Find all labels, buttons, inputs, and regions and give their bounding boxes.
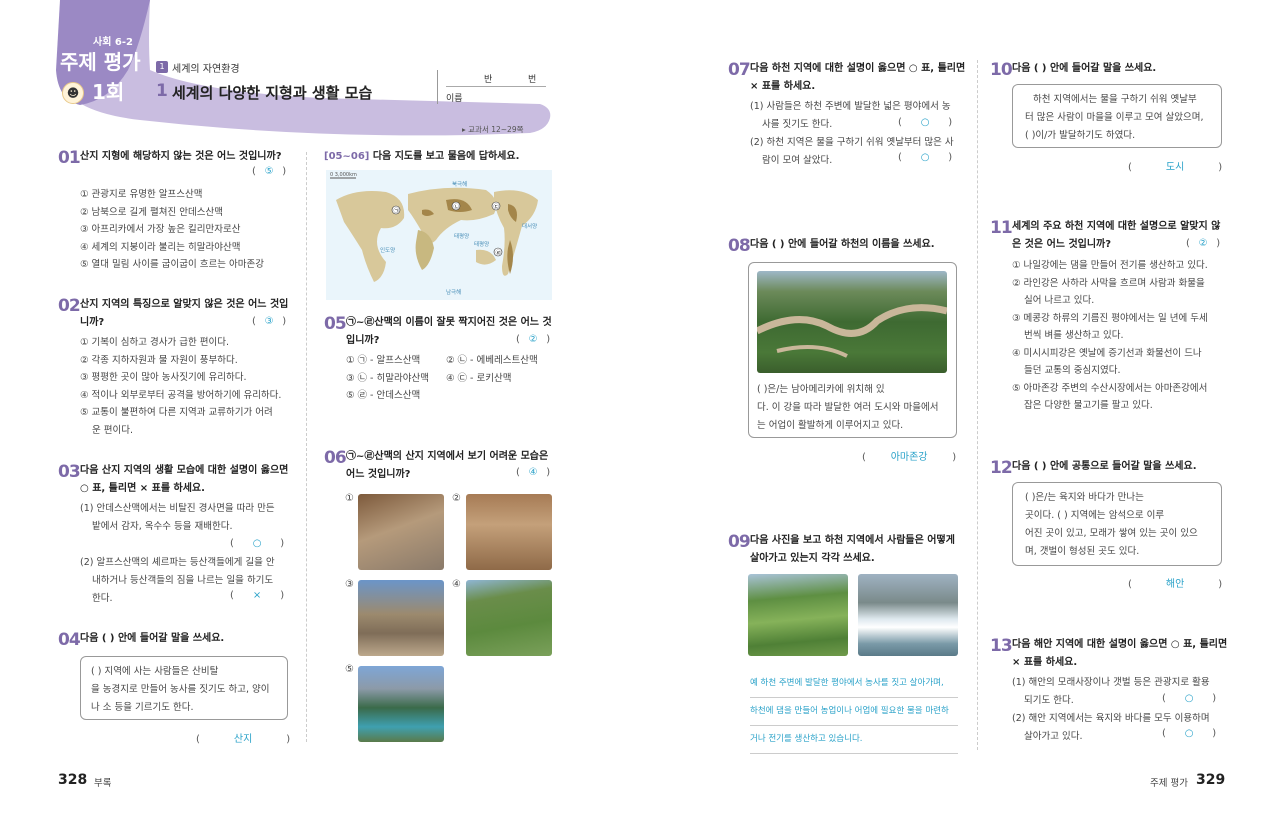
column-divider-right [977, 60, 978, 750]
svg-text:북극해: 북극해 [452, 180, 467, 188]
unit-name: 세계의 자연환경 [172, 64, 240, 75]
q06-photo-1-climbers[interactable] [358, 494, 444, 570]
svg-text:인도양: 인도양 [380, 246, 395, 254]
right-page-number: 329 [1196, 772, 1226, 788]
q01-number: 01 [58, 148, 81, 168]
q06-label-2: ② [452, 493, 461, 504]
q04-number: 04 [58, 630, 81, 650]
q12-box: ( )은/는 육지와 바다가 만나는 곳이다. ( ) 지역에는 암석으로 이루 어… [1012, 482, 1222, 566]
q06-answer: ( ④ ) [516, 467, 551, 478]
mascot-icon: ☻ [62, 82, 84, 104]
svg-text:㉣: ㉣ [496, 249, 502, 257]
q02-number: 02 [58, 296, 81, 316]
q06-label-3: ③ [345, 579, 354, 590]
q03-answer-2: ( × ) [230, 590, 285, 601]
q13-statement-1: (1) 해안의 모래사장이나 갯벌 등은 관광지로 활용 되기도 한다. [1012, 677, 1210, 706]
q09-answer: 예 하천 주변에 발달한 평야에서 농사를 짓고 살아가며, 하천에 댐을 만들… [750, 670, 958, 754]
q08-amazon-photo [757, 271, 947, 373]
q05-options: ① ㉠ - 알프스산맥 ② ㉡ - 에베레스트산맥 ③ ㉡ - 히말라야산맥 ④ ㉢… [346, 355, 538, 401]
q12-text: 다음 ( ) 안에 공통으로 들어갈 말을 쓰세요. [1012, 461, 1197, 472]
svg-text:㉢: ㉢ [494, 203, 500, 211]
q03-number: 03 [58, 462, 81, 482]
q06-label-5: ⑤ [345, 664, 354, 675]
svg-text:㉡: ㉡ [454, 203, 460, 211]
svg-text:태평양: 태평양 [454, 232, 469, 240]
textbook-reference: ▸ 교과서 12~29쪽 [462, 125, 524, 134]
q06-text: ㉠~㉣산맥의 산지 지역에서 보기 어려운 모습은 어느 것입니까? [346, 451, 549, 480]
q10-answer: ( 도시 ) [1128, 162, 1223, 173]
q06-label-1: ① [345, 493, 354, 504]
right-page-label: 주제 평가 [1150, 778, 1188, 789]
q06-photo-5-mountain-lake[interactable] [358, 666, 444, 742]
q06-label-4: ④ [452, 579, 461, 590]
round-label: 1회 [92, 80, 125, 104]
q08-text: 다음 ( ) 안에 들어갈 하천의 이름을 쓰세요. [750, 239, 935, 250]
q10-text: 다음 ( ) 안에 들어갈 말을 쓰세요. [1012, 63, 1157, 74]
q08-number: 08 [728, 236, 751, 256]
q13-answer-1: ( ○ ) [1162, 693, 1217, 704]
q09-photo-dam[interactable] [858, 574, 958, 656]
q01-answer: ( ⑤ ) [252, 166, 287, 177]
q03-answer-1: ( ○ ) [230, 538, 285, 549]
svg-text:대서양: 대서양 [522, 222, 537, 230]
q06-number: 06 [324, 448, 347, 468]
q11-options: ① 나일강에는 댐을 만들어 전기를 생산하고 있다. ② 라인강은 사하라 사막… [1012, 260, 1208, 411]
q08-answer: ( 아마존강 ) [862, 452, 957, 463]
q12-answer: ( 해안 ) [1128, 579, 1223, 590]
name-box: 반 번 이름 [437, 70, 547, 104]
q10-box: 하천 지역에서는 물을 구하기 쉬워 옛날부 터 많은 사람이 마을을 이루고 모… [1012, 84, 1222, 148]
svg-text:㉠: ㉠ [394, 207, 400, 215]
q03-text: 다음 산지 지역의 생활 모습에 대한 설명이 옳으면 ○ 표, 틀리면 × 표를… [80, 465, 289, 494]
q05-answer: ( ② ) [516, 334, 551, 345]
q04-answer: ( 산지 ) [196, 734, 291, 745]
q07-answer-2: ( ○ ) [898, 152, 953, 163]
q07-number: 07 [728, 60, 751, 80]
q13-text: 다음 해안 지역에 대한 설명이 옳으면 ○ 표, 틀리면 × 표를 하세요. [1012, 639, 1228, 668]
q11-answer: ( ② ) [1186, 238, 1221, 249]
svg-text:남극해: 남극해 [446, 288, 461, 296]
q08-box: ( )은/는 남아메리카에 위치해 있 다. 이 강을 따라 발달한 여러 도시와… [748, 262, 957, 438]
q11-number: 11 [990, 218, 1013, 238]
q02-options: ① 기복이 심하고 경사가 급한 편이다. ② 각종 지하자원과 물 자원이 풍부… [80, 337, 282, 436]
q06-photo-2-farmer[interactable] [466, 494, 552, 570]
q13-number: 13 [990, 636, 1013, 656]
left-page-number: 328 [58, 772, 88, 788]
q02-answer: ( ③ ) [252, 316, 287, 327]
q04-text: 다음 ( ) 안에 들어갈 말을 쓰세요. [80, 633, 225, 644]
q03-statement-1: (1) 안데스산맥에서는 비탈진 경사면을 따라 만든 밭에서 감자, 옥수수 등… [80, 503, 275, 532]
q09-text: 다음 사진을 보고 하천 지역에서 사람들은 어떻게 살아가고 있는지 각각 쓰세… [750, 535, 955, 564]
column-divider [306, 152, 307, 742]
q07-text: 다음 하천 지역에 대한 설명이 옳으면 ○ 표, 틀리면 × 표를 하세요. [750, 63, 966, 92]
q13-answer-2: ( ○ ) [1162, 728, 1217, 739]
q04-box: ( ) 지역에 사는 사람들은 산비탈 을 농경지로 만들어 농사를 짓기도 하고… [80, 656, 288, 720]
lesson-title: 세계의 다양한 지형과 생활 모습 [172, 84, 373, 102]
q09-photo-farmland[interactable] [748, 574, 848, 656]
assessment-title: 주제 평가 [60, 50, 141, 74]
unit-number: 1 [156, 61, 168, 73]
lesson-number: 1 [156, 81, 168, 101]
q09-number: 09 [728, 532, 751, 552]
svg-text:태평양: 태평양 [474, 240, 489, 248]
left-page-label: 부록 [94, 778, 112, 789]
q06-photo-4-river-plain[interactable] [466, 580, 552, 656]
q06-photo-3-sheep[interactable] [358, 580, 444, 656]
q05-06-instruction: [05~06] 다음 지도를 보고 물음에 답하세요. [324, 151, 520, 162]
q10-number: 10 [990, 60, 1013, 80]
q07-answer-1: ( ○ ) [898, 117, 953, 128]
q12-number: 12 [990, 458, 1013, 478]
q07-statement-1: (1) 사람들은 하천 주변에 발달한 넓은 평야에서 농 사를 짓기도 한다. [750, 101, 951, 130]
q01-options: ① 관광지로 유명한 알프스산맥 ② 남북으로 길게 펼쳐진 안데스산맥 ③ 아프리… [80, 189, 264, 270]
svg-text:0 3,000km: 0 3,000km [330, 172, 357, 178]
q05-number: 05 [324, 314, 347, 334]
q01-text: 산지 지형에 해당하지 않는 것은 어느 것입니까? [80, 151, 282, 162]
world-map: 0 3,000km 북극해 대서양 태평양 태평양 인도양 남극해 ㉠ ㉡ ㉢ … [326, 170, 552, 300]
